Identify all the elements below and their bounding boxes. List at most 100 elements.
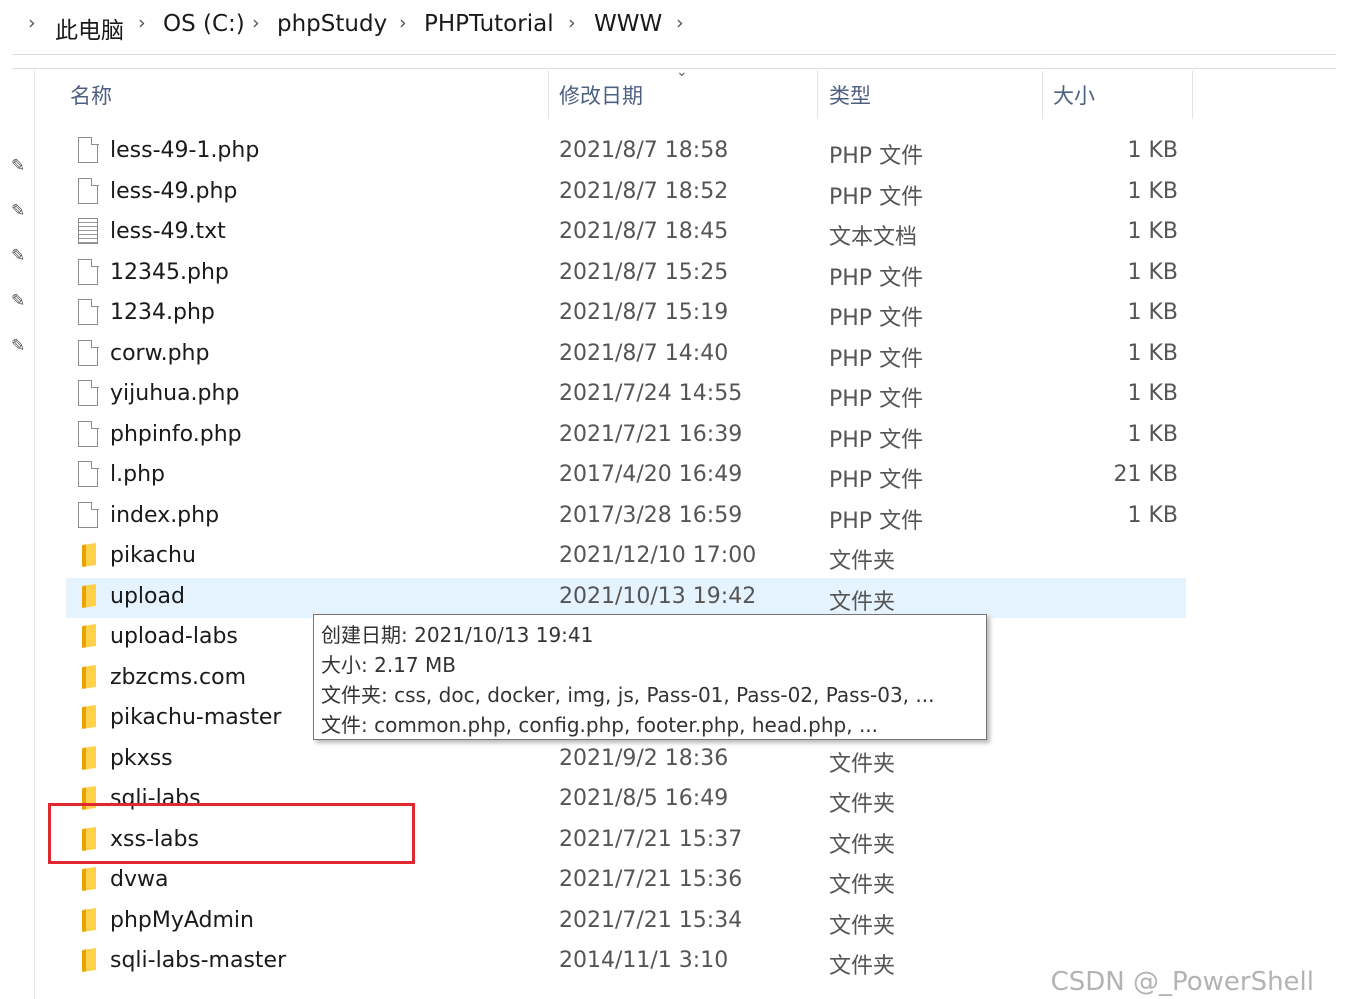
php-file-icon	[76, 460, 102, 491]
file-size: 1 KB	[1127, 219, 1178, 244]
file-name: upload	[110, 584, 185, 609]
breadcrumb-item-phpstudy[interactable]: phpStudy	[277, 11, 387, 37]
navigation-pane: ✎ ✎ ✎ ✎ ✎	[0, 70, 35, 999]
column-divider[interactable]	[548, 71, 549, 119]
chevron-right-icon[interactable]: ›	[568, 12, 576, 34]
column-header-name[interactable]: 名称	[70, 80, 112, 110]
column-header-type[interactable]: 类型	[829, 80, 871, 110]
file-row[interactable]: less-49.txt 2021/8/7 18:45 文本文档 1 KB	[66, 213, 1186, 253]
breadcrumb-item-os-drive[interactable]: OS (C:)	[163, 11, 245, 37]
file-modified-date: 2021/8/7 18:45	[559, 219, 729, 244]
file-name: less-49.txt	[110, 219, 226, 244]
file-type: 文件夹	[829, 590, 896, 615]
column-divider[interactable]	[1192, 71, 1193, 119]
file-name: pikachu-master	[110, 705, 282, 730]
column-divider[interactable]	[1042, 71, 1043, 119]
file-type: PHP 文件	[829, 347, 924, 372]
chevron-right-icon[interactable]: ›	[399, 12, 407, 34]
file-type: 文件夹	[829, 752, 896, 777]
file-modified-date: 2017/3/28 16:59	[559, 503, 743, 528]
file-name: 1234.php	[110, 300, 215, 325]
chevron-right-icon[interactable]: ›	[28, 12, 36, 34]
pin-icon[interactable]: ✎	[11, 291, 25, 311]
folder-row[interactable]: pkxss 2021/9/2 18:36 文件夹	[66, 740, 1186, 780]
breadcrumb-item-this-pc[interactable]: 此电脑	[55, 11, 124, 45]
php-file-icon	[76, 177, 102, 208]
sort-chevron-down-icon: ⌄	[676, 64, 688, 80]
file-type: PHP 文件	[829, 185, 924, 210]
tooltip-files: 文件: common.php, config.php, footer.php, …	[321, 713, 879, 737]
file-modified-date: 2021/8/7 18:52	[559, 179, 729, 204]
file-modified-date: 2021/8/7 15:25	[559, 260, 729, 285]
text-file-icon	[76, 218, 102, 248]
file-type: 文本文档	[829, 225, 918, 250]
column-header-date[interactable]: 修改日期	[559, 80, 643, 110]
file-type: 文件夹	[829, 833, 896, 858]
file-name: corw.php	[110, 341, 210, 366]
folder-row[interactable]: pikachu 2021/12/10 17:00 文件夹	[66, 537, 1186, 577]
pin-icon[interactable]: ✎	[11, 201, 25, 221]
column-header-size[interactable]: 大小	[1053, 80, 1095, 110]
file-name: yijuhua.php	[110, 381, 240, 406]
file-modified-date: 2021/7/21 16:39	[559, 422, 743, 447]
chevron-right-icon[interactable]: ›	[252, 12, 260, 34]
file-modified-date: 2021/8/5 16:49	[559, 786, 729, 811]
file-name: 12345.php	[110, 260, 229, 285]
folder-row[interactable]: phpMyAdmin 2021/7/21 15:34 文件夹	[66, 902, 1186, 942]
file-row[interactable]: less-49-1.php 2021/8/7 18:58 PHP 文件 1 KB	[66, 132, 1186, 172]
file-row[interactable]: 12345.php 2021/8/7 15:25 PHP 文件 1 KB	[66, 254, 1186, 294]
file-name: phpinfo.php	[110, 422, 242, 447]
file-modified-date: 2021/8/7 15:19	[559, 300, 729, 325]
file-row[interactable]: l.php 2017/4/20 16:49 PHP 文件 21 KB	[66, 456, 1186, 496]
file-name: pikachu	[110, 543, 196, 568]
file-modified-date: 2021/8/7 18:58	[559, 138, 729, 163]
file-row[interactable]: less-49.php 2021/8/7 18:52 PHP 文件 1 KB	[66, 173, 1186, 213]
chevron-right-icon[interactable]: ›	[676, 12, 684, 34]
php-file-icon	[76, 339, 102, 370]
folder-icon	[76, 542, 102, 572]
breadcrumb-item-www[interactable]: WWW	[594, 11, 662, 37]
file-modified-date: 2021/7/21 15:34	[559, 908, 743, 933]
file-size: 1 KB	[1127, 138, 1178, 163]
file-modified-date: 2021/9/2 18:36	[559, 746, 729, 771]
file-row[interactable]: index.php 2017/3/28 16:59 PHP 文件 1 KB	[66, 497, 1186, 537]
file-modified-date: 2021/7/24 14:55	[559, 381, 743, 406]
file-row[interactable]: phpinfo.php 2021/7/21 16:39 PHP 文件 1 KB	[66, 416, 1186, 456]
file-row[interactable]: corw.php 2021/8/7 14:40 PHP 文件 1 KB	[66, 335, 1186, 375]
folder-row[interactable]: sqli-labs-master 2014/11/1 3:10 文件夹	[66, 942, 1186, 982]
file-type: 文件夹	[829, 914, 896, 939]
file-type: PHP 文件	[829, 428, 924, 453]
file-size: 1 KB	[1127, 179, 1178, 204]
file-type: PHP 文件	[829, 387, 924, 412]
file-row[interactable]: yijuhua.php 2021/7/24 14:55 PHP 文件 1 KB	[66, 375, 1186, 415]
file-type: 文件夹	[829, 873, 896, 898]
file-row[interactable]: 1234.php 2021/8/7 15:19 PHP 文件 1 KB	[66, 294, 1186, 334]
watermark: CSDN @_PowerShell	[1050, 967, 1314, 997]
file-type: PHP 文件	[829, 144, 924, 169]
file-type: 文件夹	[829, 954, 896, 979]
file-modified-date: 2014/11/1 3:10	[559, 948, 729, 973]
folder-icon	[76, 866, 102, 896]
tooltip-created-date: 创建日期: 2021/10/13 19:41	[321, 623, 594, 647]
file-size: 21 KB	[1113, 462, 1178, 487]
file-name: upload-labs	[110, 624, 238, 649]
php-file-icon	[76, 379, 102, 410]
php-file-icon	[76, 258, 102, 289]
file-size: 1 KB	[1127, 341, 1178, 366]
folder-row[interactable]: upload 2021/10/13 19:42 文件夹	[66, 578, 1186, 618]
file-name: index.php	[110, 503, 220, 528]
file-name: dvwa	[110, 867, 169, 892]
pin-icon[interactable]: ✎	[11, 156, 25, 176]
folder-row[interactable]: dvwa 2021/7/21 15:36 文件夹	[66, 861, 1186, 901]
folder-icon	[76, 907, 102, 937]
pin-icon[interactable]: ✎	[11, 336, 25, 356]
chevron-right-icon[interactable]: ›	[138, 12, 146, 34]
breadcrumb-item-phptutorial[interactable]: PHPTutorial	[424, 11, 554, 37]
folder-icon	[76, 664, 102, 694]
folder-icon	[76, 623, 102, 653]
file-type: PHP 文件	[829, 509, 924, 534]
pin-icon[interactable]: ✎	[11, 246, 25, 266]
file-type: 文件夹	[829, 549, 896, 574]
breadcrumb: › 此电脑 › OS (C:) › phpStudy › PHPTutorial…	[0, 0, 1352, 54]
column-divider[interactable]	[817, 71, 818, 119]
